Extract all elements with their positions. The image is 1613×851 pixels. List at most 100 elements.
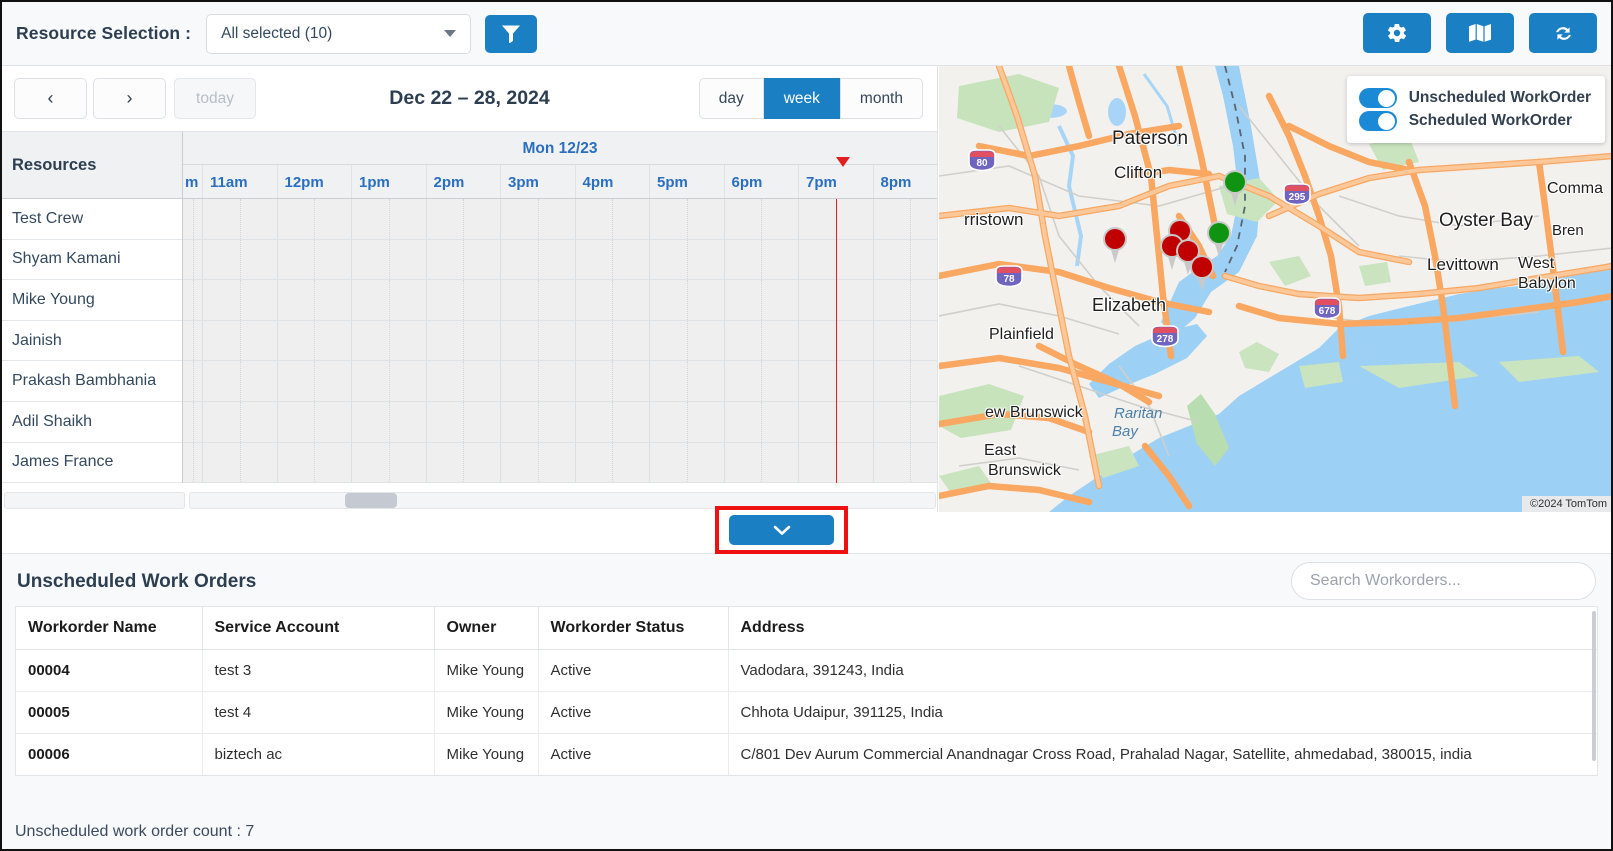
slot-cell[interactable] bbox=[874, 239, 938, 280]
table-row[interactable]: 00005 test 4 Mike Young Active Chhota Udaipu… bbox=[16, 691, 1597, 734]
map-pin-unscheduled[interactable] bbox=[1101, 226, 1129, 264]
slot-cell[interactable] bbox=[183, 199, 203, 239]
slot-cell[interactable] bbox=[501, 442, 576, 483]
slot-cell[interactable] bbox=[427, 280, 501, 320]
slot-cell[interactable] bbox=[203, 280, 278, 320]
slot-cell[interactable] bbox=[576, 239, 650, 280]
slot-cell[interactable] bbox=[874, 199, 938, 239]
table-row[interactable]: 00004 test 3 Mike Young Active Vadodara, 391… bbox=[16, 649, 1597, 692]
th-address[interactable]: Address bbox=[728, 607, 1597, 650]
search-workorders-input[interactable]: Search Workorders... bbox=[1291, 562, 1596, 600]
slot-row[interactable] bbox=[183, 280, 937, 321]
slot-cell[interactable] bbox=[278, 280, 352, 320]
slot-cell[interactable] bbox=[725, 280, 799, 320]
resource-row[interactable]: Prakash Bambhania bbox=[2, 361, 182, 402]
slot-cell[interactable] bbox=[203, 239, 278, 280]
slot-cell[interactable] bbox=[576, 280, 650, 320]
collapse-toggle-button[interactable] bbox=[729, 515, 834, 545]
filter-button[interactable] bbox=[485, 14, 538, 53]
refresh-button[interactable] bbox=[1529, 13, 1597, 53]
slot-cell[interactable] bbox=[650, 199, 725, 239]
slot-cell[interactable] bbox=[650, 442, 725, 483]
slot-row[interactable] bbox=[183, 239, 938, 281]
slot-cell[interactable] bbox=[650, 401, 725, 442]
slot-cell[interactable] bbox=[427, 401, 501, 442]
slot-cell[interactable] bbox=[650, 361, 725, 401]
map-panel[interactable]: Paterson Clifton rristown Elizabeth Plainfie… bbox=[939, 66, 1611, 512]
slot-cell[interactable] bbox=[203, 401, 278, 442]
slot-cell[interactable] bbox=[650, 280, 725, 320]
slot-cell[interactable] bbox=[278, 361, 352, 401]
slot-cell[interactable] bbox=[278, 401, 352, 442]
th-owner[interactable]: Owner bbox=[434, 607, 539, 650]
slot-cell[interactable] bbox=[725, 442, 799, 483]
slot-cell[interactable] bbox=[576, 361, 650, 401]
slot-cell[interactable] bbox=[203, 320, 278, 361]
slot-cell[interactable] bbox=[203, 199, 278, 239]
prev-period-button[interactable]: ‹ bbox=[14, 78, 87, 119]
view-week-button[interactable]: week bbox=[763, 78, 840, 119]
slot-cell[interactable] bbox=[576, 401, 650, 442]
scrollbar-thumb[interactable] bbox=[345, 493, 397, 508]
slot-row[interactable] bbox=[183, 401, 937, 443]
slot-cell[interactable] bbox=[427, 361, 501, 401]
table-row[interactable]: 00006 biztech ac Mike Young Active C/801 Dev… bbox=[16, 733, 1597, 775]
th-workorder-status[interactable]: Workorder Status bbox=[538, 607, 729, 650]
slot-cell[interactable] bbox=[183, 442, 203, 483]
resource-row[interactable]: Shyam Kamani bbox=[2, 240, 182, 281]
resource-row[interactable]: Mike Young bbox=[2, 280, 182, 321]
slot-cell[interactable] bbox=[352, 442, 427, 483]
table-vertical-scrollbar[interactable] bbox=[1592, 607, 1597, 775]
slot-cell[interactable] bbox=[352, 320, 427, 361]
slot-cell[interactable] bbox=[352, 361, 427, 401]
resource-row[interactable]: Adil Shaikh bbox=[2, 402, 182, 443]
unscheduled-toggle[interactable] bbox=[1358, 88, 1397, 108]
calendar-slot-grid[interactable] bbox=[183, 199, 937, 483]
resource-row[interactable]: Test Crew bbox=[2, 199, 182, 240]
slot-cell[interactable] bbox=[352, 239, 427, 280]
map-pin-scheduled[interactable] bbox=[1221, 169, 1249, 207]
next-period-button[interactable]: › bbox=[93, 78, 166, 119]
slot-cell[interactable] bbox=[203, 442, 278, 483]
slot-cell[interactable] bbox=[501, 280, 576, 320]
legend-item-unscheduled[interactable]: Unscheduled WorkOrder bbox=[1358, 88, 1591, 108]
slot-cell[interactable] bbox=[427, 199, 501, 239]
map-pin-unscheduled[interactable] bbox=[1188, 254, 1216, 292]
slot-cell[interactable] bbox=[874, 320, 938, 361]
view-day-button[interactable]: day bbox=[698, 78, 764, 119]
slot-cell[interactable] bbox=[874, 361, 938, 401]
slot-row[interactable] bbox=[183, 442, 938, 483]
scheduled-toggle[interactable] bbox=[1358, 111, 1397, 131]
slot-cell[interactable] bbox=[183, 320, 203, 361]
slot-cell[interactable] bbox=[352, 199, 427, 239]
slot-cell[interactable] bbox=[725, 320, 799, 361]
slot-row[interactable] bbox=[183, 199, 937, 240]
slot-cell[interactable] bbox=[501, 320, 576, 361]
slot-cell[interactable] bbox=[725, 199, 799, 239]
slot-cell[interactable] bbox=[576, 442, 650, 483]
slot-cell[interactable] bbox=[650, 320, 725, 361]
slot-cell[interactable] bbox=[725, 401, 799, 442]
slot-cell[interactable] bbox=[278, 320, 352, 361]
settings-button[interactable] bbox=[1363, 13, 1431, 53]
slot-cell[interactable] bbox=[874, 442, 938, 483]
resource-column-scrollbar[interactable] bbox=[4, 492, 185, 509]
slot-cell[interactable] bbox=[725, 361, 799, 401]
slot-cell[interactable] bbox=[501, 401, 576, 442]
slot-row[interactable] bbox=[183, 320, 938, 362]
slot-cell[interactable] bbox=[874, 280, 938, 320]
resource-row[interactable]: James France bbox=[2, 443, 182, 484]
slot-cell[interactable] bbox=[501, 361, 576, 401]
view-month-button[interactable]: month bbox=[839, 78, 923, 119]
slot-cell[interactable] bbox=[278, 442, 352, 483]
slot-cell[interactable] bbox=[183, 280, 203, 320]
resource-row[interactable]: Jainish bbox=[2, 321, 182, 362]
th-workorder-name[interactable]: Workorder Name bbox=[16, 607, 203, 650]
slot-cell[interactable] bbox=[427, 239, 501, 280]
slot-cell[interactable] bbox=[183, 239, 203, 280]
slot-row[interactable] bbox=[183, 361, 937, 402]
slot-cell[interactable] bbox=[183, 361, 203, 401]
slot-cell[interactable] bbox=[576, 199, 650, 239]
slot-cell[interactable] bbox=[278, 239, 352, 280]
map-button[interactable] bbox=[1446, 13, 1514, 53]
